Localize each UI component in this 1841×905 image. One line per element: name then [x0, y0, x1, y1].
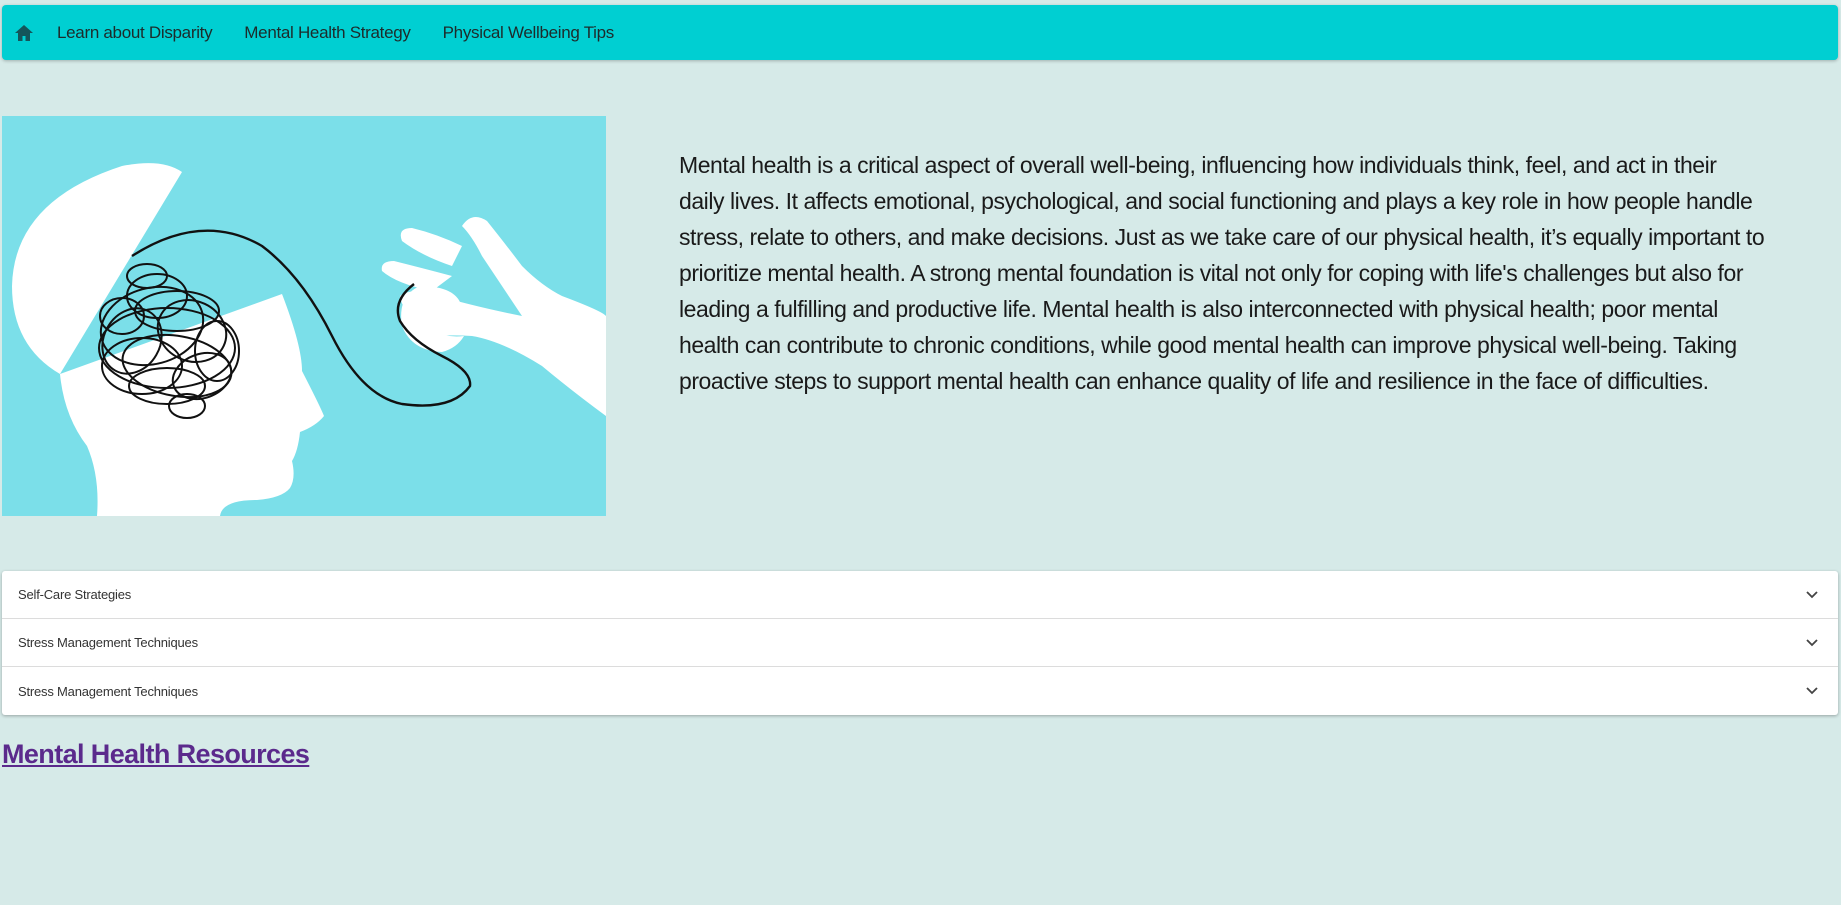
accordion-item-label: Stress Management Techniques	[18, 635, 198, 650]
head-silhouette	[60, 294, 324, 516]
accordion: Self-Care Strategies Stress Management T…	[2, 571, 1838, 715]
accordion-item-stress-management-techniques-2[interactable]: Stress Management Techniques	[2, 667, 1838, 715]
accordion-item-self-care-strategies[interactable]: Self-Care Strategies	[2, 571, 1838, 619]
home-button[interactable]	[4, 5, 44, 60]
chevron-down-icon[interactable]	[1804, 635, 1820, 651]
accordion-item-stress-management-techniques[interactable]: Stress Management Techniques	[2, 619, 1838, 667]
nav-link-physical-wellbeing-tips[interactable]: Physical Wellbeing Tips	[443, 23, 615, 43]
nav-link-mental-health-strategy[interactable]: Mental Health Strategy	[244, 23, 411, 43]
accordion-item-label: Self-Care Strategies	[18, 587, 132, 602]
mental-health-resources-link[interactable]: Mental Health Resources	[2, 739, 310, 770]
home-icon	[15, 24, 33, 41]
accordion-item-label: Stress Management Techniques	[18, 683, 198, 699]
intro-paragraph: Mental health is a critical aspect of ov…	[679, 152, 1765, 394]
hero-illustration	[2, 116, 606, 516]
chevron-down-icon[interactable]	[1804, 683, 1820, 699]
nav-link-learn-about-disparity[interactable]: Learn about Disparity	[57, 23, 213, 43]
chevron-down-icon[interactable]	[1804, 587, 1820, 603]
top-navbar: Learn about Disparity Mental Health Stra…	[2, 5, 1838, 60]
